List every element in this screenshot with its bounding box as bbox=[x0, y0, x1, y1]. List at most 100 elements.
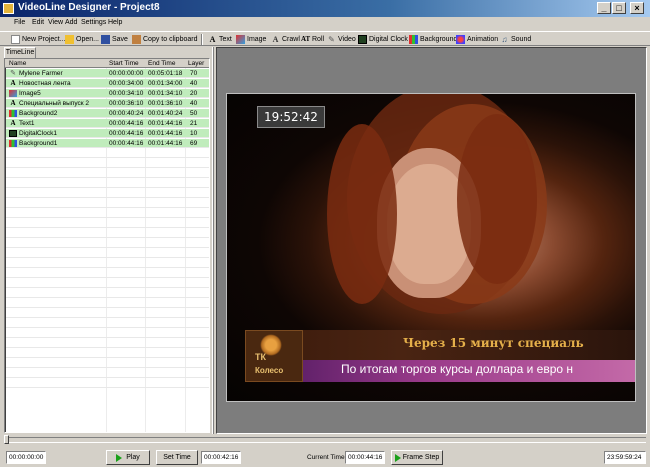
sound-label: Sound bbox=[511, 36, 532, 43]
save-button[interactable]: Save bbox=[101, 34, 128, 45]
cell-end: 00:01:36:10 bbox=[148, 100, 183, 107]
cell-layer: 40 bbox=[190, 80, 198, 87]
background-icon bbox=[9, 140, 17, 147]
panel-splitter[interactable] bbox=[212, 47, 214, 434]
table-row[interactable]: Image5 00:00:34:10 00:01:34:10 20 bbox=[6, 89, 209, 98]
menu-edit[interactable]: Edit bbox=[32, 19, 44, 26]
add-background-button[interactable]: Background bbox=[409, 34, 457, 45]
menu-file[interactable]: File bbox=[14, 19, 25, 26]
column-end-time[interactable]: End Time bbox=[148, 60, 175, 67]
cell-name: Image5 bbox=[19, 90, 41, 97]
close-button[interactable]: × bbox=[630, 2, 644, 14]
logo-name: Колесо bbox=[255, 366, 284, 375]
menu-add[interactable]: Add bbox=[65, 19, 77, 26]
cell-layer: 10 bbox=[190, 130, 198, 137]
empty-row bbox=[6, 209, 209, 218]
cell-start: 00:00:44:16 bbox=[109, 130, 144, 137]
cell-end: 00:01:34:00 bbox=[148, 80, 183, 87]
timeline-list[interactable]: Name Start Time End Time Layer ✎ Mylene F… bbox=[4, 58, 210, 433]
tab-timeline[interactable]: TimeLine bbox=[4, 47, 36, 58]
list-header: Name Start Time End Time Layer bbox=[5, 59, 209, 68]
add-digital-clock-button[interactable]: Digital Clock bbox=[358, 34, 408, 45]
add-roll-button[interactable]: AT Roll bbox=[301, 34, 324, 45]
frame-step-icon bbox=[394, 453, 401, 462]
empty-row bbox=[6, 249, 209, 258]
current-time-label: Current Time: bbox=[307, 454, 347, 461]
add-crawl-button[interactable]: A Crawl bbox=[271, 34, 300, 45]
copy-label: Copy to clipboard bbox=[143, 36, 198, 43]
table-row[interactable]: DigitalClock1 00:00:44:16 00:01:44:16 10 bbox=[6, 129, 209, 138]
minimize-button[interactable]: _ bbox=[597, 2, 611, 14]
start-time-field[interactable]: 00:00:00:00 bbox=[6, 451, 46, 464]
cell-name: Background2 bbox=[19, 110, 58, 117]
cell-end: 00:01:44:16 bbox=[148, 140, 183, 147]
add-sound-button[interactable]: ♫ Sound bbox=[500, 34, 532, 45]
table-row[interactable]: ✎ Mylene Farmer 00:00:00:00 00:05:01:18 70 bbox=[6, 69, 209, 78]
background-icon bbox=[9, 110, 17, 117]
toolbar-separator bbox=[201, 34, 203, 45]
column-name[interactable]: Name bbox=[9, 60, 26, 67]
empty-row bbox=[6, 269, 209, 278]
maximize-button[interactable]: □ bbox=[612, 2, 626, 14]
table-row[interactable]: Background2 00:00:40:24 00:01:40:24 50 bbox=[6, 109, 209, 118]
open-button[interactable]: Open... bbox=[65, 34, 99, 45]
play-label: Play bbox=[126, 454, 140, 461]
video-icon: ✎ bbox=[10, 70, 16, 77]
text-icon: A bbox=[10, 99, 16, 107]
cell-name: Background1 bbox=[19, 140, 58, 147]
seekbar-handle[interactable] bbox=[4, 435, 9, 444]
new-project-button[interactable]: New Project... bbox=[11, 34, 66, 45]
text-icon: A bbox=[209, 35, 216, 44]
set-time-button[interactable]: Set Time bbox=[156, 450, 198, 465]
cell-name: Text1 bbox=[19, 120, 35, 127]
cell-end: 00:01:44:16 bbox=[148, 130, 183, 137]
cell-name: Новостная лента bbox=[19, 80, 71, 87]
empty-row bbox=[6, 149, 209, 158]
image-icon bbox=[9, 90, 17, 97]
app-icon bbox=[3, 3, 14, 14]
column-start-time[interactable]: Start Time bbox=[109, 60, 139, 67]
set-time-field[interactable]: 00:00:42:16 bbox=[201, 451, 241, 464]
empty-row bbox=[6, 319, 209, 328]
digital-clock-overlay: 19:52:42 bbox=[257, 106, 325, 128]
frame-step-button[interactable]: Frame Step bbox=[391, 450, 443, 465]
menu-help[interactable]: Help bbox=[108, 19, 122, 26]
play-button[interactable]: Play bbox=[106, 450, 150, 465]
new-document-icon bbox=[11, 35, 20, 44]
empty-row bbox=[6, 219, 209, 228]
table-row[interactable]: A Text1 00:00:44:16 00:01:44:16 21 bbox=[6, 119, 209, 128]
timeline-seekbar[interactable] bbox=[4, 437, 646, 443]
add-text-button[interactable]: A Text bbox=[208, 34, 232, 45]
open-label: Open... bbox=[76, 36, 99, 43]
column-layer[interactable]: Layer bbox=[188, 60, 204, 67]
copy-to-clipboard-button[interactable]: Copy to clipboard bbox=[132, 34, 197, 45]
table-row[interactable]: A Новостная лента 00:00:34:00 00:01:34:00 40 bbox=[6, 79, 209, 88]
add-video-button[interactable]: ✎ Video bbox=[327, 34, 356, 45]
table-row[interactable]: Background1 00:00:44:16 00:01:44:16 69 bbox=[6, 139, 209, 148]
add-image-button[interactable]: Image bbox=[236, 34, 266, 45]
preview-frame[interactable]: 19:52:42 Через 15 минут специаль По итог… bbox=[226, 93, 636, 402]
empty-row bbox=[6, 359, 209, 368]
empty-row bbox=[6, 259, 209, 268]
floppy-disk-icon bbox=[101, 35, 110, 44]
empty-row bbox=[6, 309, 209, 318]
cell-layer: 40 bbox=[190, 100, 198, 107]
frame-step-label: Frame Step bbox=[402, 454, 440, 461]
cell-end: 00:01:34:10 bbox=[148, 90, 183, 97]
menu-view[interactable]: View bbox=[48, 19, 63, 26]
cell-start: 00:00:44:16 bbox=[109, 140, 144, 147]
text-icon: A bbox=[10, 119, 16, 127]
video-hair bbox=[457, 114, 537, 284]
empty-row bbox=[6, 299, 209, 308]
empty-row bbox=[6, 199, 209, 208]
roll-icon: AT bbox=[301, 35, 311, 43]
table-row[interactable]: A Специальный выпуск 2 00:00:36:10 00:01:36… bbox=[6, 99, 209, 108]
add-animation-button[interactable]: Animation bbox=[456, 34, 498, 45]
empty-row bbox=[6, 339, 209, 348]
empty-row bbox=[6, 279, 209, 288]
empty-row bbox=[6, 349, 209, 358]
menu-settings[interactable]: Settings bbox=[81, 19, 106, 26]
cell-end: 00:01:40:24 bbox=[148, 110, 183, 117]
background-icon bbox=[409, 35, 418, 44]
empty-row bbox=[6, 229, 209, 238]
